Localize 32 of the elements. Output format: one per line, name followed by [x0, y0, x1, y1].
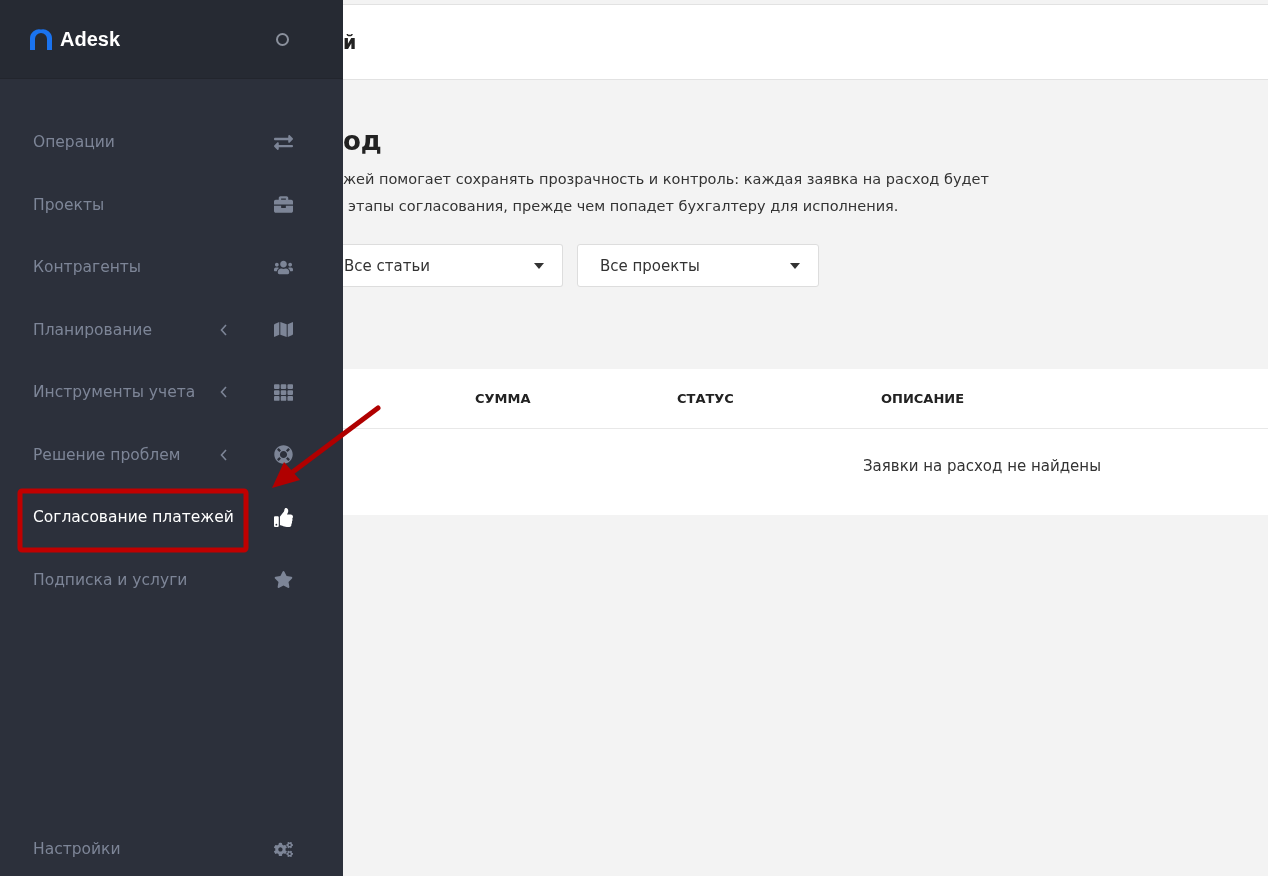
logo-text: Adesk	[60, 27, 121, 51]
column-header: СТАТУС	[677, 391, 735, 406]
caret-icon	[790, 262, 800, 269]
empty-message: Заявки на расход не найдены	[862, 456, 1102, 475]
lifebuoy-icon	[274, 445, 293, 465]
description-text: этапы согласования, прежде чем попадет бухгалтеру для исполнения.	[347, 197, 900, 216]
map-icon	[274, 320, 293, 340]
nav-item[interactable]: Проекты	[0, 173, 343, 236]
star-icon	[274, 570, 293, 590]
filter-dropdown[interactable]: Все статьи	[343, 244, 563, 287]
gears-icon	[274, 840, 293, 859]
nav-item[interactable]: Решение проблем	[0, 423, 343, 486]
nav-item[interactable]: Настройки	[0, 840, 343, 876]
nav-item[interactable]: Подписка и услуги	[0, 548, 343, 611]
nav-item[interactable]: Контрагенты	[0, 236, 343, 299]
nav-item[interactable]: Согласование платежей	[0, 486, 343, 549]
logo-icon	[30, 28, 52, 50]
column-header: СУММА	[475, 391, 532, 406]
thumbs-up-icon	[274, 507, 293, 527]
column-header: ОПИСАНИЕ	[881, 391, 966, 406]
filter-dropdown[interactable]: Все проекты	[577, 244, 819, 287]
arrows-icon	[274, 132, 293, 152]
briefcase-icon	[274, 195, 293, 215]
nav-item[interactable]: Инструменты учета	[0, 361, 343, 424]
nav-item[interactable]: Операции	[0, 111, 343, 174]
circle-icon[interactable]	[276, 32, 289, 46]
grid-icon	[274, 382, 293, 402]
description-text: жей помогает сохранять прозрачность и контроль: каждая заявка на расход будет	[343, 170, 990, 189]
header-title: й	[343, 31, 357, 53]
caret-icon	[534, 262, 544, 269]
page-title: од	[343, 126, 383, 156]
nav-item[interactable]: Планирование	[0, 298, 343, 361]
